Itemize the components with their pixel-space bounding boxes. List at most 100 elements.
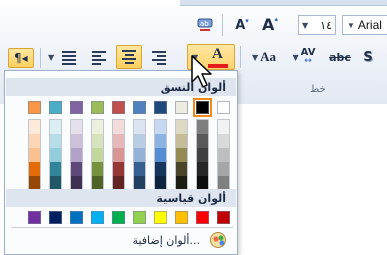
color-swatch[interactable]: [92, 134, 103, 148]
color-swatch[interactable]: [112, 211, 125, 224]
shade-column: [112, 119, 125, 191]
color-swatch[interactable]: [134, 134, 145, 148]
color-swatch[interactable]: [92, 176, 103, 190]
color-swatch[interactable]: [71, 148, 82, 162]
color-swatch[interactable]: [71, 162, 82, 176]
font-size-combo[interactable]: ▼ ١٤: [298, 15, 336, 35]
color-swatch[interactable]: [155, 134, 166, 148]
color-swatch[interactable]: [155, 148, 166, 162]
ribbon-tab-strip: [180, 0, 387, 6]
color-swatch[interactable]: [134, 148, 145, 162]
grow-font-button[interactable]: A ▴: [258, 12, 282, 36]
color-swatch[interactable]: [113, 176, 124, 190]
color-swatch[interactable]: [113, 134, 124, 148]
color-swatch[interactable]: [91, 101, 104, 114]
color-swatch[interactable]: [154, 211, 167, 224]
chevron-down-icon[interactable]: ▼: [347, 21, 355, 30]
color-swatch[interactable]: [29, 134, 40, 148]
shade-column: [154, 119, 167, 191]
svg-text:ab: ab: [200, 20, 209, 28]
strikethrough-button[interactable]: abc: [326, 46, 354, 68]
color-swatch[interactable]: [133, 211, 146, 224]
align-right-button[interactable]: [150, 50, 168, 66]
color-swatch[interactable]: [134, 120, 145, 134]
color-swatch[interactable]: [197, 162, 208, 176]
color-swatch[interactable]: [29, 176, 40, 190]
color-swatch[interactable]: [92, 120, 103, 134]
color-swatch[interactable]: [71, 134, 82, 148]
more-colors-item[interactable]: ألوان إضافية...: [6, 229, 236, 251]
color-swatch[interactable]: [155, 176, 166, 190]
color-swatch[interactable]: [218, 162, 229, 176]
color-swatch[interactable]: [154, 101, 167, 114]
color-swatch[interactable]: [176, 148, 187, 162]
color-swatch[interactable]: [28, 101, 41, 114]
shade-column: [196, 119, 209, 191]
shade-column: [175, 119, 188, 191]
chevron-down-icon[interactable]: ▼: [302, 21, 308, 30]
color-swatch[interactable]: [175, 101, 188, 114]
color-swatch[interactable]: [113, 120, 124, 134]
color-swatch[interactable]: [133, 101, 146, 114]
color-swatch[interactable]: [176, 162, 187, 176]
color-swatch[interactable]: [218, 134, 229, 148]
color-swatch[interactable]: [71, 176, 82, 190]
align-left-button[interactable]: [90, 50, 108, 66]
color-swatch[interactable]: [29, 162, 40, 176]
paragraph-rtl-icon: ¶◂: [14, 51, 28, 65]
color-swatch[interactable]: [217, 211, 230, 224]
color-swatch[interactable]: [197, 120, 208, 134]
color-swatch[interactable]: [196, 211, 209, 224]
color-swatch[interactable]: [49, 211, 62, 224]
color-swatch[interactable]: [112, 101, 125, 114]
color-swatch[interactable]: [113, 148, 124, 162]
color-swatch[interactable]: [197, 134, 208, 148]
color-swatch[interactable]: [197, 176, 208, 190]
color-swatch[interactable]: [217, 101, 230, 114]
chevron-down-icon[interactable]: ▼: [293, 53, 299, 62]
color-swatch[interactable]: [155, 162, 166, 176]
color-swatch[interactable]: [218, 148, 229, 162]
text-direction-button[interactable]: ¶◂: [8, 48, 34, 68]
color-swatch[interactable]: [134, 162, 145, 176]
color-swatch[interactable]: [50, 176, 61, 190]
color-swatch[interactable]: [176, 176, 187, 190]
color-swatch[interactable]: [49, 101, 62, 114]
shade-column: [217, 119, 230, 191]
shrink-font-button[interactable]: A ▾: [232, 14, 252, 36]
color-swatch[interactable]: [70, 211, 83, 224]
character-spacing-button[interactable]: ▼ AV ↔: [286, 46, 322, 68]
justify-button[interactable]: [60, 50, 78, 66]
color-swatch[interactable]: [50, 162, 61, 176]
color-swatch[interactable]: [218, 120, 229, 134]
color-swatch[interactable]: [50, 120, 61, 134]
standard-colors-title: ألوان قياسية: [156, 191, 226, 205]
color-swatch[interactable]: [134, 176, 145, 190]
color-swatch[interactable]: [176, 134, 187, 148]
clear-formatting-icon[interactable]: ab: [194, 14, 216, 36]
color-swatch[interactable]: [28, 211, 41, 224]
color-swatch[interactable]: [197, 148, 208, 162]
color-swatch[interactable]: [50, 148, 61, 162]
color-swatch[interactable]: [176, 120, 187, 134]
color-swatch[interactable]: [29, 148, 40, 162]
color-swatch[interactable]: [29, 120, 40, 134]
divider: [11, 227, 233, 228]
color-swatch[interactable]: [71, 120, 82, 134]
font-name-combo[interactable]: ▼ Arial: [342, 15, 387, 35]
color-swatch[interactable]: [50, 134, 61, 148]
chevron-down-icon[interactable]: ▼: [252, 53, 258, 62]
chevron-down-icon[interactable]: ▼: [48, 53, 54, 62]
color-swatch[interactable]: [92, 148, 103, 162]
color-swatch[interactable]: [218, 176, 229, 190]
color-swatch[interactable]: [92, 162, 103, 176]
align-center-button[interactable]: [116, 45, 142, 69]
change-case-button[interactable]: ▼ Aa: [246, 46, 282, 68]
color-swatch[interactable]: [193, 98, 212, 117]
color-swatch[interactable]: [155, 120, 166, 134]
color-swatch[interactable]: [175, 211, 188, 224]
color-swatch[interactable]: [70, 101, 83, 114]
shadow-button[interactable]: S: [358, 46, 378, 68]
color-swatch[interactable]: [91, 211, 104, 224]
color-swatch[interactable]: [113, 162, 124, 176]
